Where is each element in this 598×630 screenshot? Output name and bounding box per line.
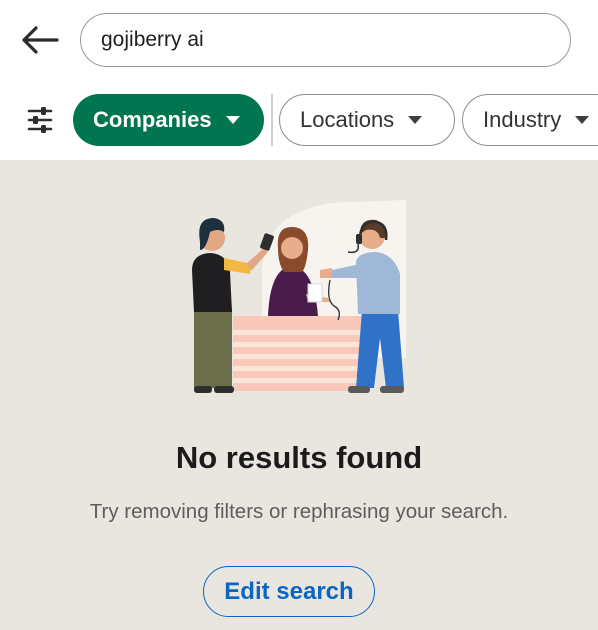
sliders-icon <box>27 107 53 133</box>
empty-state: No results found Try removing filters or… <box>0 160 598 630</box>
search-header <box>0 0 598 82</box>
chip-label: Locations <box>300 107 395 132</box>
no-results-message: Try removing filters or rephrasing your … <box>89 500 509 523</box>
filter-bar: Companies Locations Industry <box>0 82 598 160</box>
filter-settings-button[interactable] <box>20 102 60 138</box>
chip-label: Industry <box>483 107 562 132</box>
companies-filter-chip[interactable]: Companies <box>73 94 264 146</box>
caret-down-icon <box>225 116 240 124</box>
chip-label: Companies <box>93 107 212 132</box>
people-at-desk-illustration <box>192 200 406 393</box>
caret-down-icon <box>575 116 590 124</box>
industry-filter-chip[interactable]: Industry <box>462 94 598 146</box>
back-button[interactable] <box>14 20 64 60</box>
locations-filter-chip[interactable]: Locations <box>279 94 455 146</box>
search-field[interactable] <box>80 13 571 67</box>
edit-search-button[interactable]: Edit search <box>203 566 375 617</box>
filter-divider <box>271 94 273 146</box>
search-input[interactable] <box>101 14 541 65</box>
caret-down-icon <box>408 116 423 124</box>
no-results-title: No results found <box>175 440 423 475</box>
arrow-left-icon <box>22 26 59 54</box>
